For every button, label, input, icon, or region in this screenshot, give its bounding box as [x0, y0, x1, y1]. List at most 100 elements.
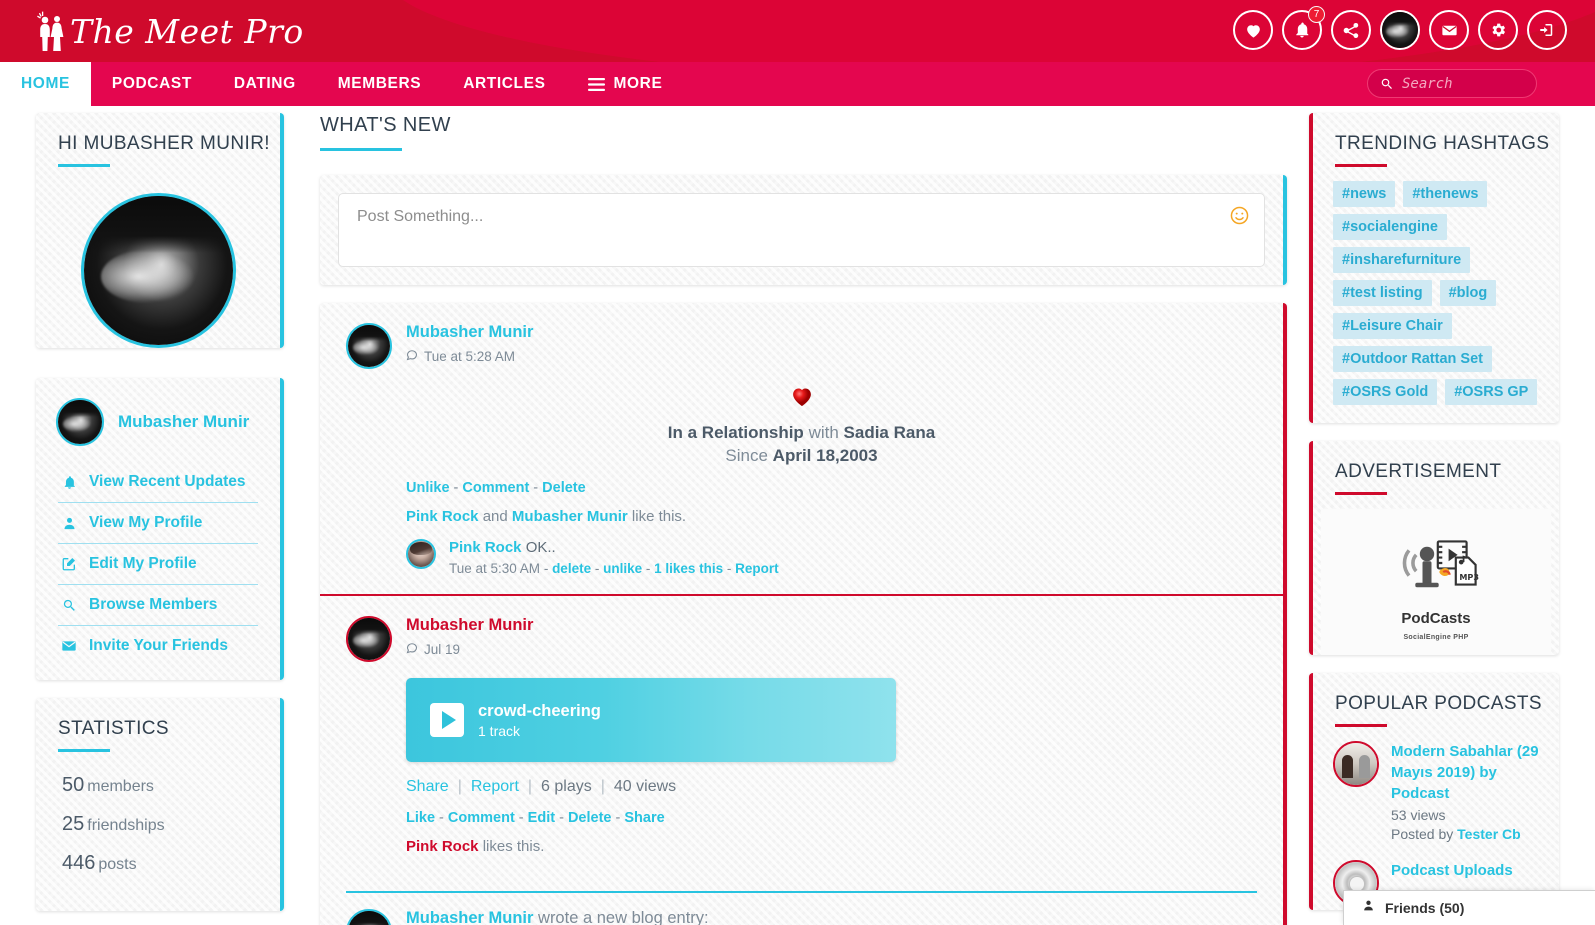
delete-link[interactable]: Delete [542, 480, 586, 496]
audio-player-card[interactable]: crowd-cheering 1 track [406, 678, 896, 762]
nav-label: PODCAST [111, 75, 192, 92]
avatar[interactable] [346, 323, 392, 369]
envelope-icon[interactable] [1429, 10, 1469, 50]
hashtag-osrs-gp[interactable]: #OSRS GP [1445, 379, 1538, 405]
hashtag-outdoor-rattan-set[interactable]: #Outdoor Rattan Set [1333, 346, 1492, 372]
heart-icon[interactable] [1233, 10, 1273, 50]
advertisement-banner[interactable]: MP3 PodCasts SocialEngine PHP [1321, 509, 1551, 655]
search-input[interactable] [1402, 75, 1522, 92]
avatar-image [348, 618, 390, 660]
list-item[interactable]: Modern Sabahlar (29 Mayıs 2019) by Podca… [1313, 727, 1559, 846]
smiley-icon[interactable] [1229, 205, 1250, 231]
couple-silhouette-icon [36, 10, 66, 52]
sidebar-item-label: Edit My Profile [89, 555, 197, 572]
share-link[interactable]: Share [624, 810, 664, 826]
nav-item-articles[interactable]: ARTICLES [442, 62, 566, 106]
liker-name[interactable]: Pink Rock [406, 508, 479, 525]
avatar[interactable] [346, 616, 392, 662]
sidebar-item-edit-my-profile[interactable]: Edit My Profile [58, 544, 258, 585]
post-blog: Mubasher Munir wrote a new blog entry: [320, 893, 1283, 925]
unlike-link[interactable]: Unlike [406, 480, 450, 496]
likes-and: and [478, 508, 512, 525]
post-timestamp: Tue at 5:28 AM [406, 349, 533, 364]
podcast-name[interactable]: Modern Sabahlar (29 Mayıs 2019) by Podca… [1391, 741, 1545, 804]
logo-text: The Meet Pro [70, 11, 304, 51]
nav-item-more[interactable]: MORE [567, 62, 684, 106]
hashtag-leisure-chair[interactable]: #Leisure Chair [1333, 313, 1452, 339]
liker-name[interactable]: Mubasher Munir [512, 508, 628, 525]
sidebar-item-invite-your-friends[interactable]: Invite Your Friends [58, 626, 258, 666]
profile-photo[interactable] [80, 193, 236, 348]
user-icon [1362, 899, 1375, 917]
stat-row: 446 posts [62, 852, 258, 875]
sidebar-item-view-recent-updates[interactable]: View Recent Updates [58, 462, 258, 503]
sidebar-item-label: Browse Members [89, 596, 218, 613]
delete-link[interactable]: Delete [568, 810, 612, 826]
audio-meta-row: Share | Report | 6 plays | 40 views [406, 778, 677, 795]
header-icon-group: 7 [1233, 6, 1567, 50]
user-icon [60, 516, 78, 531]
hashtag-test-listing[interactable]: #test listing [1333, 280, 1432, 306]
gear-icon[interactable] [1478, 10, 1518, 50]
sidebar-item-browse-members[interactable]: Browse Members [58, 585, 258, 626]
comment-likes-link[interactable]: 1 likes this [654, 561, 723, 576]
avatar[interactable] [56, 398, 104, 446]
avatar[interactable] [1380, 10, 1420, 50]
comment-link[interactable]: Comment [462, 480, 529, 496]
avatar[interactable] [1333, 741, 1379, 787]
comment-unlike-link[interactable]: unlike [603, 561, 642, 576]
search-icon [1380, 77, 1394, 91]
comment-link[interactable]: Comment [448, 810, 515, 826]
nav-item-dating[interactable]: DATING [213, 62, 317, 106]
bell-icon[interactable]: 7 [1282, 6, 1325, 50]
hashtag-osrs-gold[interactable]: #OSRS Gold [1333, 379, 1438, 405]
sidebar-item-view-my-profile[interactable]: View My Profile [58, 503, 258, 544]
hashtag-insharefurniture[interactable]: #insharefurniture [1333, 247, 1471, 273]
edit-link[interactable]: Edit [528, 810, 555, 826]
post-author[interactable]: Mubasher Munir [406, 909, 533, 925]
comment-author[interactable]: Pink Rock [449, 539, 522, 556]
like-link[interactable]: Like [406, 810, 435, 826]
comment-report-link[interactable]: Report [735, 561, 779, 576]
post-author[interactable]: Mubasher Munir [406, 616, 533, 635]
comment: Pink Rock OK.. Tue at 5:30 AM - delete -… [406, 539, 1257, 576]
avatar[interactable] [406, 539, 436, 569]
share-link[interactable]: Share [406, 778, 449, 795]
title-underline [320, 148, 402, 151]
bell-icon [60, 475, 78, 490]
poster-name[interactable]: Tester Cb [1457, 826, 1521, 842]
liker-name[interactable]: Pink Rock [406, 838, 479, 855]
nav-item-podcast[interactable]: PODCAST [91, 62, 213, 106]
avatar[interactable] [346, 909, 392, 925]
relationship-partner: Sadia Rana [843, 423, 936, 442]
nav-item-members[interactable]: MEMBERS [317, 62, 442, 106]
post-audio: Mubasher Munir Jul 19 crowd-cheering 1 t… [320, 594, 1283, 873]
profile-menu-card: Mubasher Munir View Recent Updates View … [36, 378, 284, 680]
post-composer[interactable]: Post Something... [338, 193, 1265, 267]
podcast-name[interactable]: Podcast Uploads [1391, 860, 1513, 881]
play-icon[interactable] [430, 703, 464, 737]
hashtag-thenews[interactable]: #thenews [1403, 181, 1488, 207]
comment-delete-link[interactable]: delete [552, 561, 591, 576]
report-link[interactable]: Report [471, 778, 519, 795]
sign-in-icon[interactable] [1527, 10, 1567, 50]
site-logo[interactable]: The Meet Pro [36, 10, 304, 52]
mini-profile[interactable]: Mubasher Munir [36, 378, 280, 462]
hashtag-blog[interactable]: #blog [1439, 280, 1497, 306]
hashtag-socialengine[interactable]: #socialengine [1333, 214, 1447, 240]
podcast-microphone-icon: MP3 [1382, 540, 1490, 603]
edit-pencil-icon [60, 556, 78, 572]
post-author[interactable]: Mubasher Munir [406, 323, 533, 342]
search-box[interactable] [1367, 69, 1537, 98]
podcast-views: 53 views [1391, 807, 1446, 823]
stat-row: 50 members [62, 774, 258, 797]
share-nodes-icon[interactable] [1331, 10, 1371, 50]
hashtag-news[interactable]: #news [1333, 181, 1396, 207]
relationship-status-line: In a Relationship with Sadia Rana [346, 423, 1257, 443]
post-actions: Like - Comment - Edit - Delete - Share [406, 810, 665, 826]
blog-entry-text: wrote a new blog entry: [533, 909, 709, 925]
nav-item-home[interactable]: HOME [0, 62, 91, 106]
relationship-block: In a Relationship with Sadia Rana Since … [346, 383, 1257, 466]
friends-chat-bar[interactable]: Friends (50) [1343, 890, 1595, 925]
advertisement-title: ADVERTISEMENT [1335, 461, 1502, 482]
